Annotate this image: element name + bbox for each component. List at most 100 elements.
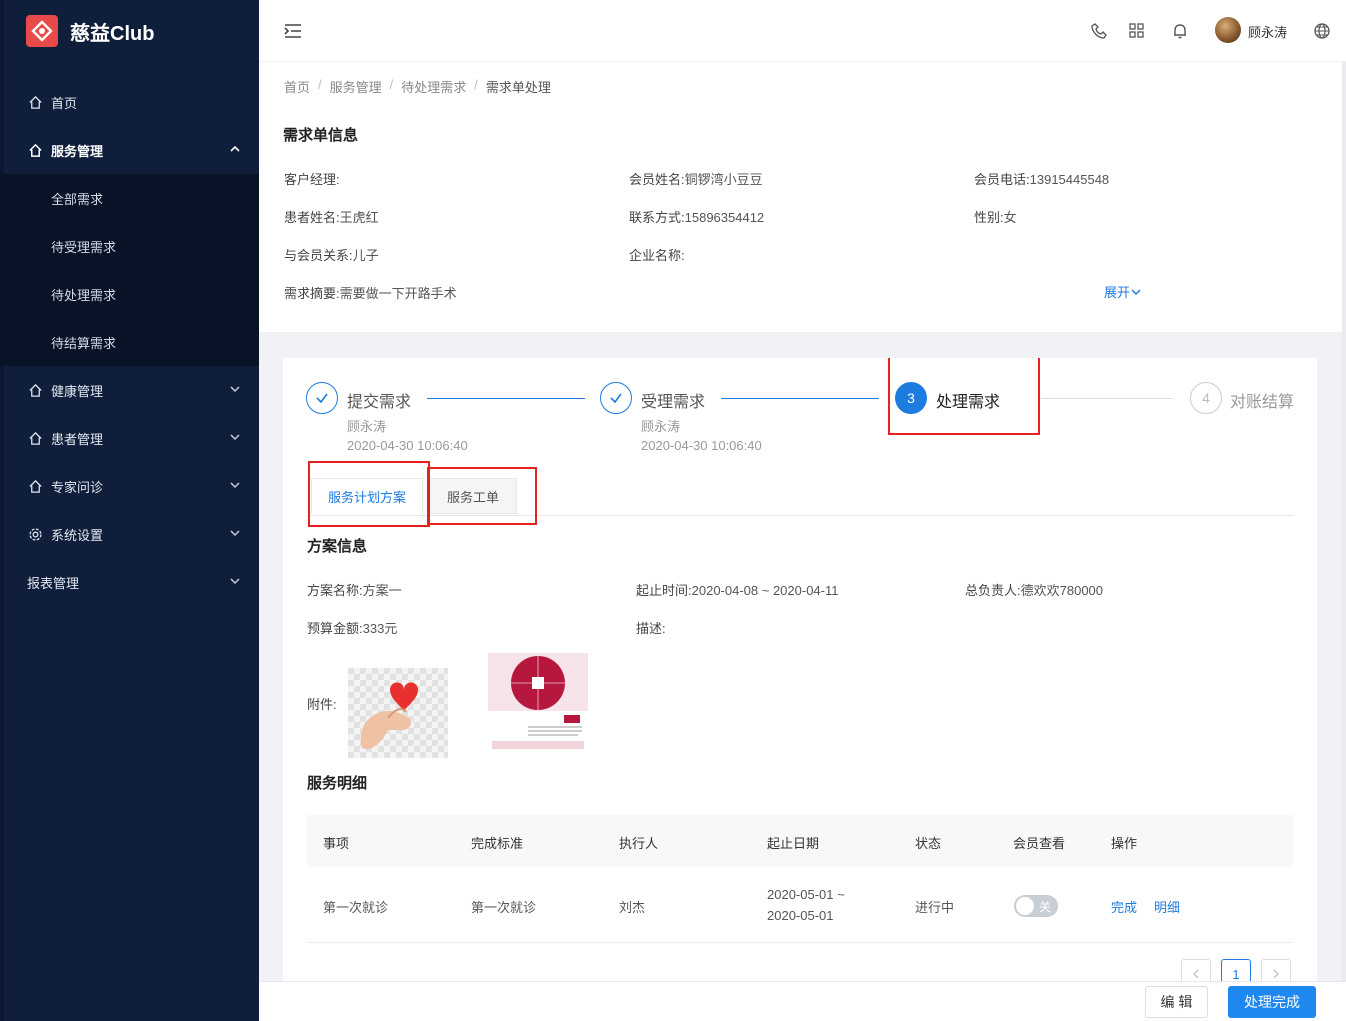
chevron-down-icon (230, 578, 240, 585)
sidebar-subitem-all[interactable]: 全部需求 (0, 174, 259, 222)
cell-item: 第一次就诊 (323, 900, 389, 915)
complete-link[interactable]: 完成 (1111, 897, 1137, 916)
cell-date-end: 2020-05-01 (767, 908, 834, 923)
step-connector (1041, 398, 1173, 399)
chevron-down-icon (1131, 288, 1141, 295)
plan-owner-field: 总负责人:德欢欢780000 (965, 583, 1104, 598)
breadcrumb: 首页 / 服务管理 / 待处理需求 / 需求单处理 (284, 77, 551, 96)
table-header: 事项 完成标准 执行人 起止日期 状态 会员查看 操作 (307, 815, 1293, 867)
home-icon (27, 94, 43, 110)
highlight-box-tab-plan (308, 461, 430, 527)
footer-bar: 编 辑 处理完成 (259, 981, 1346, 1021)
sidebar-item-label: 服务管理 (51, 143, 104, 159)
cell-date-start: 2020-05-01 ~ (767, 887, 845, 902)
sidebar-item-label: 患者管理 (51, 431, 104, 447)
col-item: 事项 (323, 836, 350, 851)
bell-icon[interactable] (1171, 22, 1189, 40)
app-name: 慈益Club (70, 22, 155, 45)
step-1-person: 顾永涛 (347, 419, 387, 434)
chevron-right-icon (1273, 969, 1279, 979)
col-date: 起止日期 (767, 836, 820, 851)
attachment-card-image[interactable] (488, 653, 588, 753)
summary-field: 需求摘要:需要做一下开路手术 (284, 286, 457, 301)
account-manager-field: 客户经理: (284, 172, 340, 187)
plan-name-field: 方案名称:方案一 (307, 583, 402, 598)
sidebar-item-label: 报表管理 (27, 575, 80, 591)
breadcrumb-pending[interactable]: 待处理需求 (401, 77, 466, 96)
breadcrumb-home[interactable]: 首页 (284, 77, 310, 96)
plan-description-field: 描述: (636, 621, 666, 636)
step-2-person: 顾永涛 (641, 419, 681, 434)
pagination-page[interactable]: 1 (1221, 959, 1251, 983)
request-info-panel: 首页 / 服务管理 / 待处理需求 / 需求单处理 需求单信息 客户经理: 会员姓名:… (259, 62, 1342, 332)
sidebar-item-label: 首页 (51, 95, 78, 111)
pagination-prev-button[interactable] (1181, 959, 1211, 983)
sidebar-item-reports[interactable]: 报表管理 (0, 558, 259, 606)
table-row: 第一次就诊 第一次就诊 刘杰 2020-05-01 ~ 2020-05-01 进… (307, 867, 1293, 943)
sidebar-item-label: 专家问诊 (51, 479, 104, 495)
plan-period-field: 起止时间:2020-04-08 ~ 2020-04-11 (636, 583, 839, 598)
sidebar-item-patients[interactable]: 患者管理 (0, 414, 259, 462)
step-1-time: 2020-04-30 10:06:40 (347, 438, 468, 453)
gear-icon (27, 526, 43, 542)
step-1-check-icon (306, 382, 338, 414)
plan-info-title: 方案信息 (307, 538, 368, 555)
home-icon (27, 430, 43, 446)
username[interactable]: 顾永涛 (1248, 22, 1287, 41)
highlight-box-step (888, 358, 1040, 435)
attachments-label: 附件: (307, 697, 337, 712)
step-2-time: 2020-04-30 10:06:40 (641, 438, 762, 453)
toggle-label: 关 (1038, 900, 1051, 914)
highlight-box-tab-order (427, 467, 537, 525)
expand-button[interactable]: 展开 (1104, 282, 1142, 301)
pagination-next-button[interactable] (1261, 959, 1291, 983)
apps-grid-icon[interactable] (1128, 22, 1146, 40)
step-4-title: 对账结算 (1230, 394, 1295, 411)
request-info-title: 需求单信息 (283, 127, 359, 144)
gender-field: 性别:女 (974, 210, 1017, 225)
chevron-left-icon (1193, 969, 1199, 979)
col-executor: 执行人 (619, 836, 659, 851)
sidebar-item-service-management[interactable]: 服务管理 (0, 126, 259, 174)
app-logo[interactable]: 慈益Club (26, 14, 154, 48)
col-actions: 操作 (1111, 836, 1138, 851)
chevron-down-icon (230, 530, 240, 537)
contact-field: 联系方式:15896354412 (629, 210, 765, 225)
topbar: 顾永涛 (259, 0, 1346, 62)
sidebar-item-label: 健康管理 (51, 383, 104, 399)
phone-icon[interactable] (1090, 22, 1108, 40)
breadcrumb-current: 需求单处理 (485, 80, 551, 95)
scrollbar[interactable] (1342, 62, 1346, 981)
globe-icon[interactable] (1313, 22, 1331, 40)
step-connector (721, 398, 879, 399)
sidebar-item-label: 系统设置 (51, 527, 104, 543)
step-4-circle: 4 (1190, 382, 1222, 414)
sidebar-item-health[interactable]: 健康管理 (0, 366, 259, 414)
step-2-title: 受理需求 (641, 394, 706, 411)
member-view-toggle[interactable]: 关 (1014, 895, 1058, 917)
edit-button[interactable]: 编 辑 (1145, 986, 1208, 1018)
step-2-check-icon (600, 382, 632, 414)
sidebar-item-settings[interactable]: 系统设置 (0, 510, 259, 558)
sidebar: 慈益Club 首页 服务管理 全部需求 待受理需求 待处理需求 待结算需求 健康… (0, 0, 259, 1021)
sidebar-subitem-pending-accept[interactable]: 待受理需求 (0, 222, 259, 270)
col-member-view: 会员查看 (1013, 836, 1066, 851)
col-standard: 完成标准 (471, 836, 524, 851)
finish-processing-button[interactable]: 处理完成 (1228, 986, 1316, 1018)
detail-link[interactable]: 明细 (1154, 897, 1180, 916)
company-field: 企业名称: (629, 248, 685, 263)
chevron-down-icon (230, 434, 240, 441)
plan-budget-field: 预算金额:333元 (307, 621, 398, 636)
attachment-heart-image[interactable] (348, 663, 448, 763)
sidebar-item-home[interactable]: 首页 (0, 78, 259, 126)
collapse-menu-icon[interactable] (283, 22, 303, 40)
toggle-knob (1016, 897, 1034, 915)
step-1-title: 提交需求 (347, 394, 412, 411)
member-phone-field: 会员电话:13915445548 (974, 172, 1110, 187)
sidebar-item-consultation[interactable]: 专家问诊 (0, 462, 259, 510)
sidebar-subitem-pending-process[interactable]: 待处理需求 (0, 270, 259, 318)
avatar[interactable] (1215, 17, 1241, 43)
sidebar-subitem-pending-settle[interactable]: 待结算需求 (0, 318, 259, 366)
chevron-down-icon (230, 482, 240, 489)
breadcrumb-service[interactable]: 服务管理 (330, 77, 382, 96)
